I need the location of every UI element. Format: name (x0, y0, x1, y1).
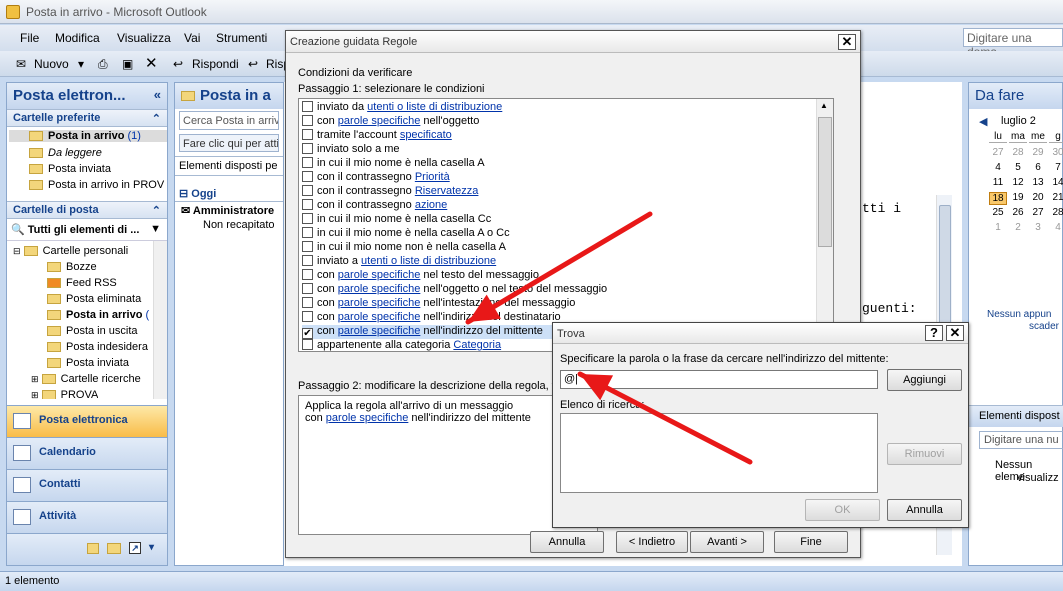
annotation-arrow-head (468, 294, 501, 322)
annotation-arrows (465, 211, 753, 465)
annotation-arrow-shaft (465, 211, 653, 325)
